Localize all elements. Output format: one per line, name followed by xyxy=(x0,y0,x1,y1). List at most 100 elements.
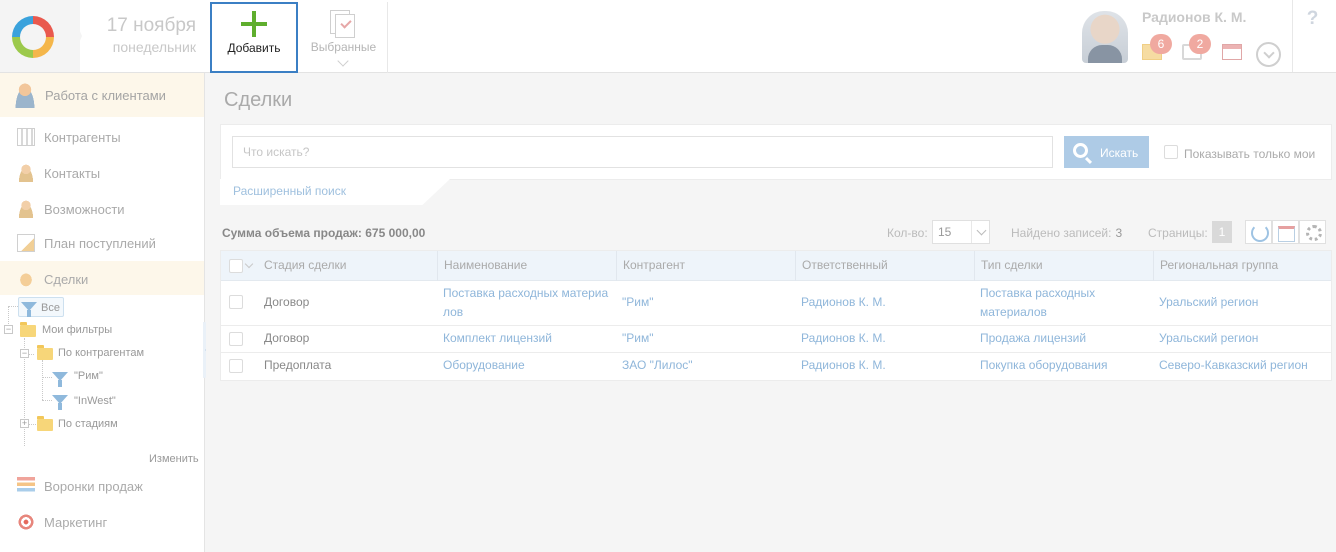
app-logo[interactable] xyxy=(0,0,82,72)
favorites-button[interactable]: Выбранные xyxy=(300,2,388,73)
only-mine-checkbox[interactable] xyxy=(1164,145,1178,159)
change-filters-link[interactable]: Изменить xyxy=(149,453,199,465)
tree-node-label: Все xyxy=(41,302,60,314)
cell-owner[interactable]: Радионов К. М. xyxy=(795,293,970,312)
cell-contractor[interactable]: "Рим" xyxy=(616,293,791,312)
tree-expander[interactable]: − xyxy=(4,325,13,334)
column-header-region[interactable]: Региональная группа xyxy=(1153,251,1333,281)
column-header-owner[interactable]: Ответственный xyxy=(795,251,974,281)
cell-region[interactable]: Северо-Кавказский регион xyxy=(1153,356,1331,375)
table-row[interactable]: Договор Поставка расходных материа лов "… xyxy=(221,281,1331,326)
sidebar-item-label: Сделки xyxy=(44,272,89,287)
filter-icon xyxy=(21,302,37,317)
search-button[interactable]: Искать xyxy=(1064,136,1149,168)
select-all-checkbox[interactable] xyxy=(229,259,243,273)
row-checkbox[interactable] xyxy=(229,332,243,346)
logo-ring-icon xyxy=(12,16,54,58)
crm-app: 17 ноября понедельник Добавить Выбранные… xyxy=(0,0,1336,552)
building-icon xyxy=(17,128,35,146)
cell-name[interactable]: Комплект лицензий xyxy=(437,329,612,348)
sidebar-item-contacts[interactable]: Контакты xyxy=(0,155,204,191)
mail-count-badge: 6 xyxy=(1150,34,1172,54)
gear-icon[interactable] xyxy=(1299,220,1326,244)
column-header-contractor[interactable]: Контрагент xyxy=(616,251,795,281)
tree-node-by-stages[interactable]: По стадиям xyxy=(58,414,118,434)
cell-contractor[interactable]: "Рим" xyxy=(616,329,791,348)
column-header-name[interactable]: Наименование xyxy=(437,251,616,281)
sales-volume-summary: Сумма объема продаж: 675 000,00 xyxy=(222,226,426,240)
page-size-select[interactable]: 15 xyxy=(932,220,990,244)
search-input[interactable] xyxy=(232,136,1053,168)
cell-contractor[interactable]: ЗАО "Лилос" xyxy=(616,356,791,375)
add-button[interactable]: Добавить xyxy=(210,2,298,73)
refresh-icon[interactable] xyxy=(1245,220,1272,244)
column-header-type[interactable]: Тип сделки xyxy=(974,251,1153,281)
cell-owner[interactable]: Радионов К. М. xyxy=(795,356,970,375)
sidebar-item-marketing[interactable]: Маркетинг xyxy=(0,504,204,540)
chevron-down-icon xyxy=(337,55,349,67)
user-avatar[interactable] xyxy=(1082,11,1128,63)
row-checkbox[interactable] xyxy=(229,359,243,373)
sidebar-item-sales-funnels[interactable]: Воронки продаж xyxy=(0,468,204,504)
folder-icon xyxy=(37,345,53,360)
sidebar-item-label: Маркетинг xyxy=(44,515,108,530)
cell-name[interactable]: Оборудование xyxy=(437,356,612,375)
page-size-label: Кол-во: xyxy=(887,226,928,240)
sidebar-item-label: Контрагенты xyxy=(44,130,121,145)
cell-name[interactable]: Поставка расходных материа лов xyxy=(437,284,612,322)
main-content: Сделки Искать Показывать только мои Расш… xyxy=(206,73,1336,552)
sidebar-item-contractors[interactable]: Контрагенты xyxy=(0,119,204,155)
cell-stage: Договор xyxy=(264,295,310,309)
advanced-search-link[interactable]: Расширенный поиск xyxy=(233,184,346,198)
cell-stage: Предоплата xyxy=(264,358,332,372)
export-icon[interactable] xyxy=(1272,220,1299,244)
sidebar-item-label: Воронки продаж xyxy=(44,479,143,494)
sidebar-item-income-plan[interactable]: План поступлений xyxy=(0,225,204,261)
sidebar-item-deals[interactable]: Сделки xyxy=(0,261,204,295)
page-number-button[interactable]: 1 xyxy=(1212,221,1232,243)
tree-node-filter-rim[interactable]: "Рим" xyxy=(74,366,103,386)
tree-node-all[interactable]: Все xyxy=(18,297,64,317)
user-name[interactable]: Радионов К. М. xyxy=(1142,9,1246,25)
help-button[interactable]: ? xyxy=(1292,0,1332,72)
user-menu-chevron-icon[interactable] xyxy=(1256,42,1281,67)
page-size-value: 15 xyxy=(938,225,952,239)
calendar-icon[interactable] xyxy=(1222,44,1242,60)
sidebar-section-label: Работа с клиентами xyxy=(45,88,166,103)
table-row[interactable]: Предоплата Оборудование ЗАО "Лилос" Ради… xyxy=(221,353,1331,380)
row-checkbox[interactable] xyxy=(229,295,243,309)
cell-owner[interactable]: Радионов К. М. xyxy=(795,329,970,348)
add-button-label: Добавить xyxy=(227,41,281,55)
folder-icon xyxy=(20,322,36,337)
date-day: 17 ноября xyxy=(106,15,196,36)
funnel-chart-icon xyxy=(17,477,35,495)
table-row[interactable]: Договор Комплект лицензий "Рим" Радионов… xyxy=(221,326,1331,353)
sidebar-section-clients[interactable]: Работа с клиентами xyxy=(0,73,204,117)
folder-icon xyxy=(37,416,53,431)
tree-node-filter-inwest[interactable]: "InWest" xyxy=(74,391,116,411)
document-icon xyxy=(17,234,35,252)
favorites-label: Выбранные xyxy=(310,40,377,54)
cell-type[interactable]: Продажа лицензий xyxy=(974,329,1149,348)
target-icon xyxy=(17,513,35,531)
favorites-icon xyxy=(330,10,356,38)
date-weekday: понедельник xyxy=(112,39,196,55)
tree-expander[interactable]: − xyxy=(20,349,29,358)
handshake-icon xyxy=(17,270,35,288)
plus-icon xyxy=(241,11,267,37)
only-mine-label: Показывать только мои xyxy=(1184,147,1316,161)
tree-node-by-contractors[interactable]: По контрагентам xyxy=(58,343,144,363)
tree-node-my-filters[interactable]: Мои фильтры xyxy=(42,320,112,340)
cell-type[interactable]: Поставка расходных материалов xyxy=(974,284,1114,322)
task-count-badge: 2 xyxy=(1189,34,1211,54)
chevron-down-icon[interactable] xyxy=(244,259,254,269)
cell-stage: Договор xyxy=(264,331,310,345)
filter-icon xyxy=(52,395,68,410)
column-header-stage[interactable]: Стадия сделки xyxy=(258,251,437,281)
cell-region[interactable]: Уральский регион xyxy=(1153,293,1331,312)
sidebar-item-opportunities[interactable]: Возможности xyxy=(0,191,204,227)
cell-type[interactable]: Покупка оборудования xyxy=(974,356,1149,375)
tree-expander[interactable]: + xyxy=(20,419,29,428)
cell-region[interactable]: Уральский регион xyxy=(1153,329,1331,348)
filter-icon xyxy=(52,372,68,387)
